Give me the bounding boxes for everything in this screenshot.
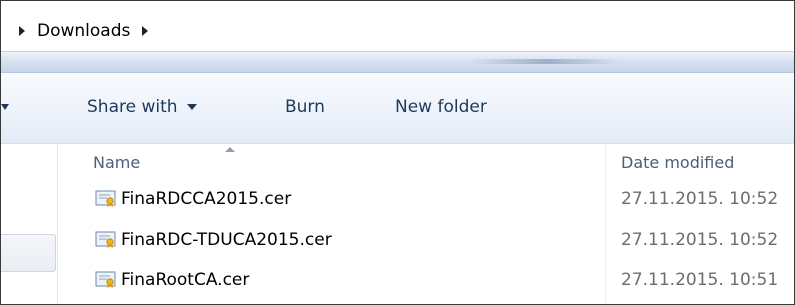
file-date-modified: 27.11.2015. 10:52 bbox=[621, 189, 779, 209]
new-folder-label: New folder bbox=[395, 97, 487, 117]
certificate-icon bbox=[95, 190, 116, 207]
column-header-name[interactable]: Name bbox=[93, 153, 140, 177]
file-row[interactable]: FinaRDC-TDUCA2015.cer 27.11.2015. 10:52 bbox=[91, 226, 794, 256]
breadcrumb-downloads[interactable]: Downloads bbox=[37, 21, 130, 41]
file-name: FinaRootCA.cer bbox=[121, 270, 250, 290]
organize-dropdown-icon[interactable] bbox=[1, 104, 9, 110]
new-folder-button[interactable]: New folder bbox=[395, 95, 487, 119]
address-bar-border bbox=[1, 51, 794, 73]
share-with-label: Share with bbox=[87, 97, 178, 117]
certificate-icon bbox=[95, 231, 116, 248]
file-date-modified: 27.11.2015. 10:51 bbox=[621, 270, 779, 290]
breadcrumb-chevron-right-icon[interactable] bbox=[142, 26, 149, 36]
navigation-pane[interactable] bbox=[1, 144, 58, 304]
column-header-date-modified[interactable]: Date modified bbox=[621, 153, 734, 177]
file-row[interactable]: FinaRDCCA2015.cer 27.11.2015. 10:52 bbox=[91, 185, 794, 215]
burn-label: Burn bbox=[285, 97, 325, 117]
chevron-down-icon bbox=[186, 104, 197, 110]
breadcrumb: Downloads bbox=[19, 19, 149, 43]
explorer-window: Downloads Share with Burn New folder Nam… bbox=[0, 0, 795, 305]
breadcrumb-chevron-icon[interactable] bbox=[19, 26, 25, 36]
file-row[interactable]: FinaRootCA.cer 27.11.2015. 10:51 bbox=[91, 266, 794, 296]
address-bar-glint bbox=[471, 59, 621, 64]
certificate-icon bbox=[95, 271, 116, 288]
file-date-modified: 27.11.2015. 10:52 bbox=[621, 230, 779, 250]
command-bar: Share with Burn New folder bbox=[1, 73, 794, 144]
file-name: FinaRDCCA2015.cer bbox=[121, 189, 292, 209]
sort-ascending-icon bbox=[225, 147, 235, 152]
share-with-button[interactable]: Share with bbox=[87, 95, 197, 119]
file-name: FinaRDC-TDUCA2015.cer bbox=[121, 230, 332, 250]
burn-button[interactable]: Burn bbox=[285, 95, 325, 119]
address-bar[interactable]: Downloads bbox=[1, 1, 794, 51]
navigation-pane-item[interactable] bbox=[1, 234, 56, 272]
